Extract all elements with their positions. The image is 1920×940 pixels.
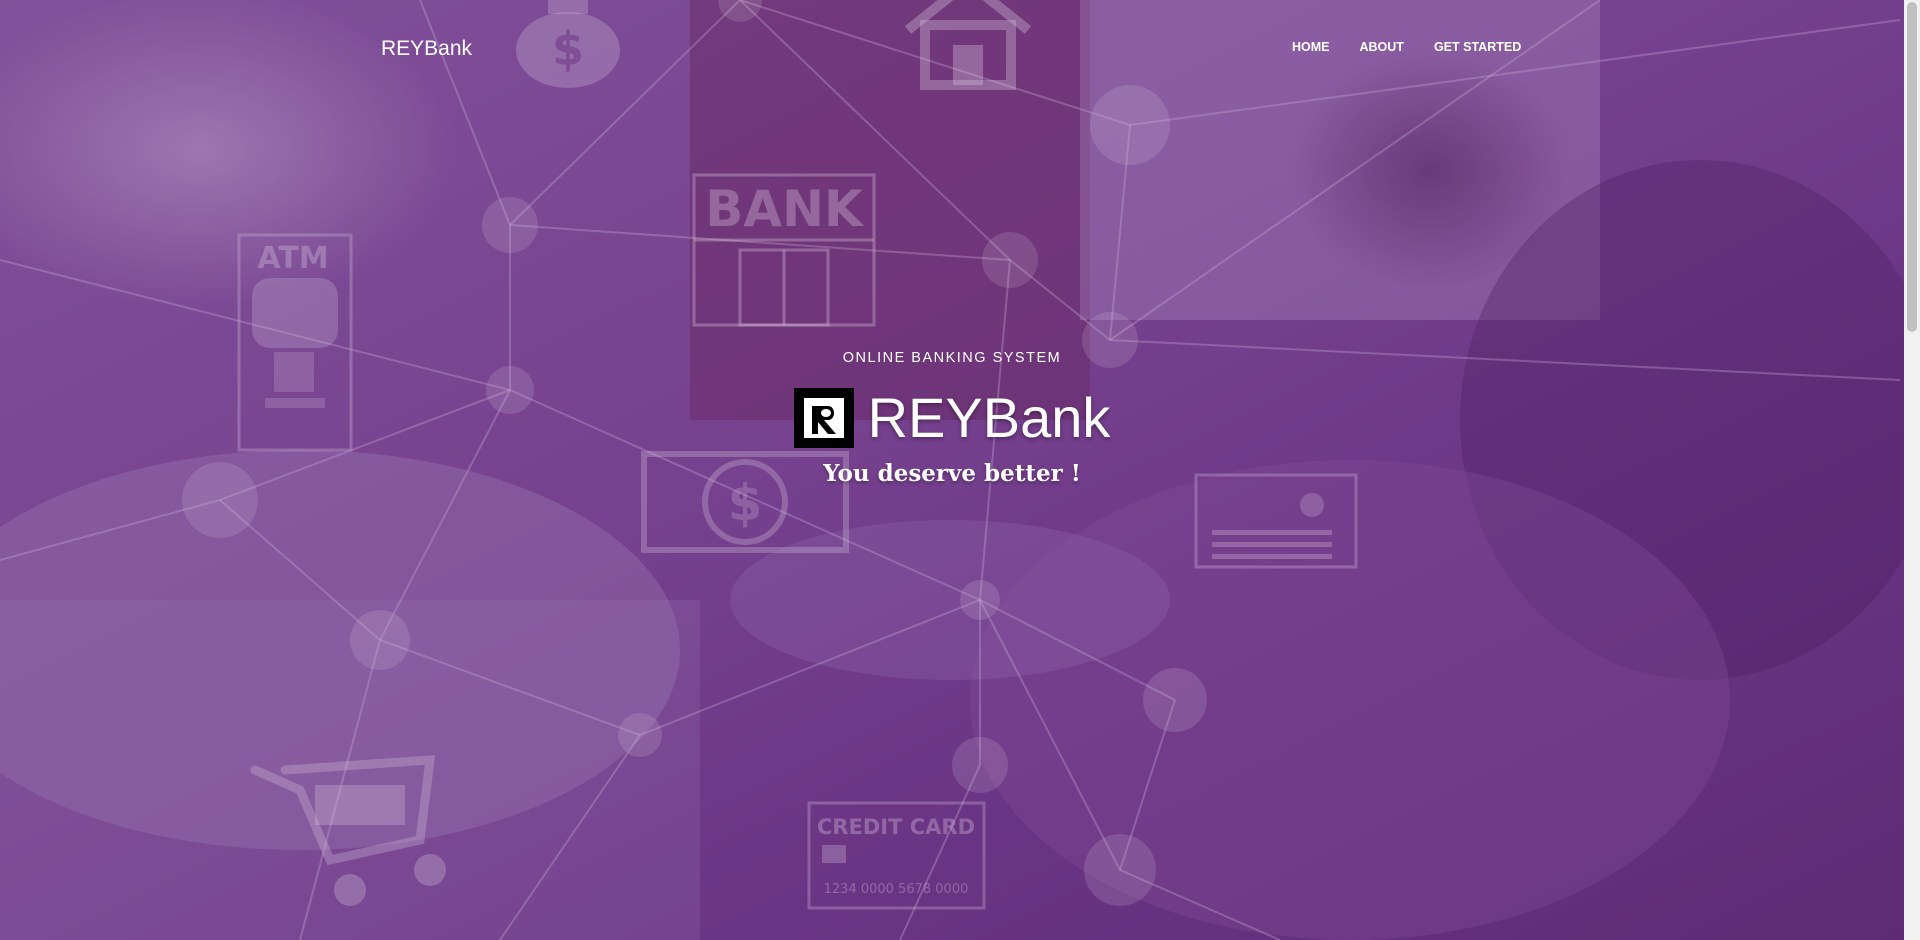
- hero-tagline: You deserve better !: [823, 460, 1081, 487]
- nav-home[interactable]: HOME: [1292, 40, 1330, 54]
- hero-title-row: REYBank: [0, 388, 1904, 448]
- reybank-logo-icon: [793, 388, 854, 448]
- hero-eyebrow: ONLINE BANKING SYSTEM: [842, 350, 1062, 366]
- scrollbar-thumb[interactable]: [1907, 2, 1917, 332]
- page: $ BANK ATM $ CREDIT CARD 1234 0000 5678 …: [0, 0, 1920, 940]
- hero-title: REYBank: [867, 386, 1111, 449]
- hero-section: ONLINE BANKING SYSTEM REYBank You deserv…: [0, 350, 1904, 487]
- page-scrollbar[interactable]: [1904, 0, 1920, 940]
- nav-about[interactable]: ABOUT: [1360, 40, 1404, 54]
- main-nav: HOME ABOUT GET STARTED: [1292, 40, 1521, 54]
- nav-get-started[interactable]: GET STARTED: [1434, 40, 1521, 54]
- site-brand[interactable]: REYBank: [381, 37, 472, 61]
